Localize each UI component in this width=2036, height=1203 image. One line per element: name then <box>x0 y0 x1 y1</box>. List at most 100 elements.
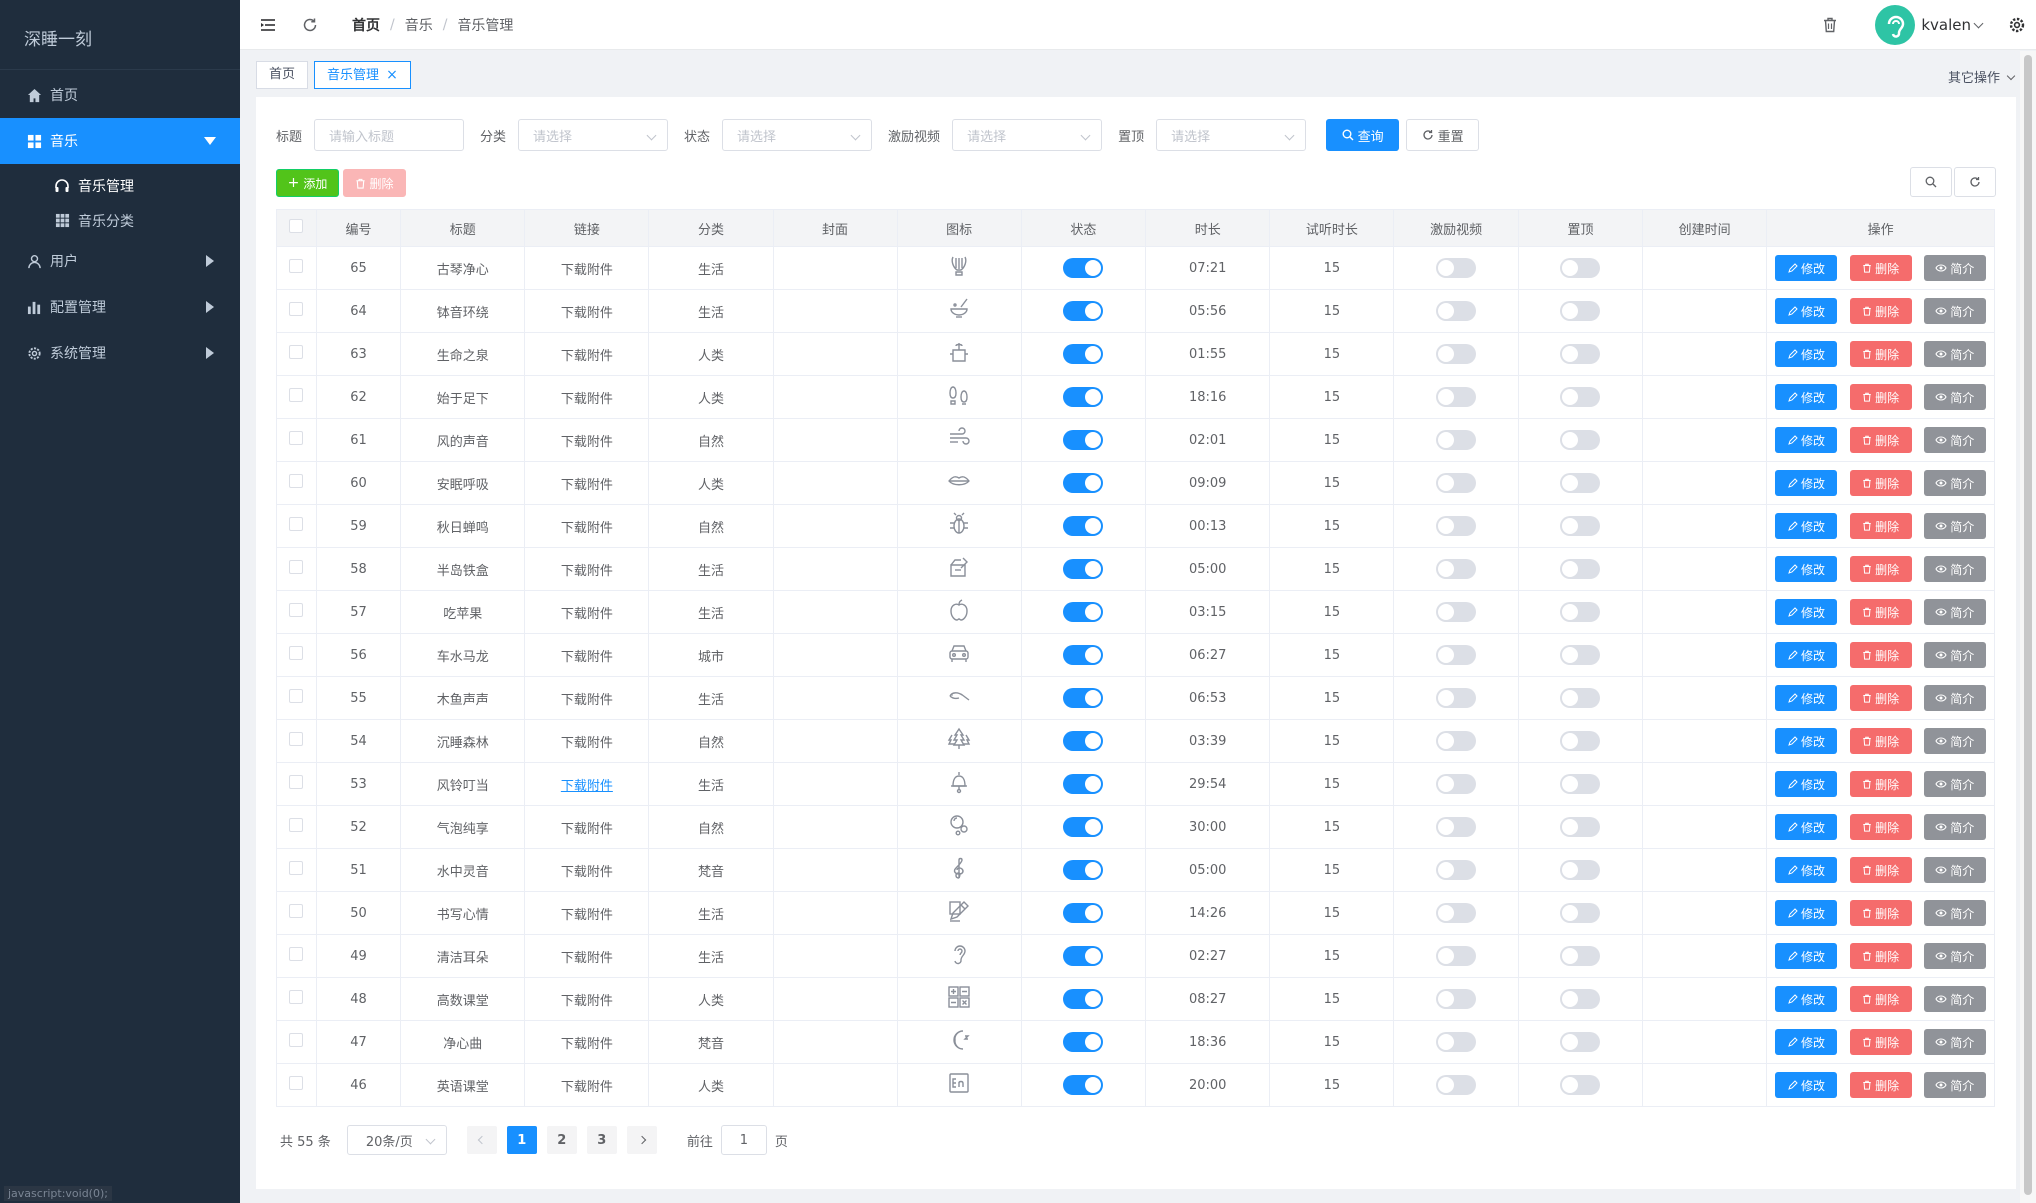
page-2-button[interactable]: 2 <box>546 1126 577 1154</box>
download-link[interactable]: 下载附件 <box>561 736 613 751</box>
info-button[interactable]: 简介 <box>1923 1072 1986 1098</box>
video-switch[interactable] <box>1436 731 1477 751</box>
info-button[interactable]: 简介 <box>1923 728 1986 754</box>
row-checkbox[interactable] <box>289 560 304 574</box>
edit-button[interactable]: 修改 <box>1775 513 1838 539</box>
row-checkbox[interactable] <box>289 818 304 832</box>
sidebar-item-users[interactable]: 用户 <box>0 238 240 284</box>
header-select-all[interactable] <box>276 209 317 247</box>
edit-button[interactable]: 修改 <box>1775 685 1838 711</box>
status-switch[interactable] <box>1063 1075 1104 1095</box>
video-switch[interactable] <box>1436 1032 1477 1052</box>
top-switch[interactable] <box>1560 301 1601 321</box>
delete-button[interactable]: 删除 <box>1849 900 1912 926</box>
status-switch[interactable] <box>1063 688 1104 708</box>
trash-icon[interactable] <box>1821 16 1839 34</box>
info-button[interactable]: 简介 <box>1923 771 1986 797</box>
info-button[interactable]: 简介 <box>1923 685 1986 711</box>
table-row[interactable]: 61 风的声音 下载附件 自然 02:01 15 修改 删除 简介 <box>276 418 1995 462</box>
delete-button[interactable]: 删除 <box>1849 298 1912 324</box>
info-button[interactable]: 简介 <box>1923 470 1986 496</box>
info-button[interactable]: 简介 <box>1923 900 1986 926</box>
top-switch[interactable] <box>1560 731 1601 751</box>
toggle-search-icon[interactable] <box>1910 167 1952 197</box>
row-checkbox[interactable] <box>289 689 304 703</box>
next-page-button[interactable] <box>626 1126 657 1154</box>
top-switch[interactable] <box>1560 1075 1601 1095</box>
table-row[interactable]: 60 安眠呼吸 下载附件 人类 09:09 15 修改 删除 简介 <box>276 461 1995 505</box>
download-link[interactable]: 下载附件 <box>561 349 613 364</box>
status-switch[interactable] <box>1063 817 1104 837</box>
row-checkbox[interactable] <box>289 1033 304 1047</box>
table-row[interactable]: 55 木鱼声声 下载附件 生活 06:53 15 修改 删除 简介 <box>276 676 1995 720</box>
row-checkbox[interactable] <box>289 603 304 617</box>
page-size-select[interactable]: 20条/页 <box>346 1125 447 1155</box>
top-switch[interactable] <box>1560 645 1601 665</box>
top-switch[interactable] <box>1560 473 1601 493</box>
row-checkbox[interactable] <box>289 474 304 488</box>
video-switch[interactable] <box>1436 860 1477 880</box>
top-switch[interactable] <box>1560 430 1601 450</box>
top-switch[interactable] <box>1560 860 1601 880</box>
row-checkbox[interactable] <box>289 302 304 316</box>
delete-button[interactable]: 删除 <box>1849 943 1912 969</box>
download-link[interactable]: 下载附件 <box>561 779 613 794</box>
info-button[interactable]: 简介 <box>1923 513 1986 539</box>
video-switch[interactable] <box>1436 344 1477 364</box>
tag-home[interactable]: 首页 <box>256 61 309 89</box>
close-icon[interactable]: × <box>386 67 398 83</box>
edit-button[interactable]: 修改 <box>1775 1029 1838 1055</box>
download-link[interactable]: 下载附件 <box>561 865 613 880</box>
select-all-checkbox[interactable] <box>289 219 304 233</box>
row-checkbox[interactable] <box>289 990 304 1004</box>
video-switch[interactable] <box>1436 602 1477 622</box>
info-button[interactable]: 简介 <box>1923 1029 1986 1055</box>
goto-page-input[interactable]: 1 <box>720 1125 767 1155</box>
status-switch[interactable] <box>1063 473 1104 493</box>
edit-button[interactable]: 修改 <box>1775 255 1838 281</box>
video-switch[interactable] <box>1436 774 1477 794</box>
scrollbar-thumb[interactable] <box>2024 55 2032 1195</box>
top-select[interactable]: 请选择 <box>1156 119 1307 151</box>
row-checkbox[interactable] <box>289 904 304 918</box>
top-switch[interactable] <box>1560 903 1601 923</box>
title-input[interactable]: 请输入标题 <box>314 119 465 151</box>
delete-button[interactable]: 删除 <box>1849 470 1912 496</box>
table-row[interactable]: 54 沉睡森林 下载附件 自然 03:39 15 修改 删除 简介 <box>276 719 1995 763</box>
username[interactable]: kvalen <box>1921 16 1971 34</box>
other-operations-dropdown[interactable]: 其它操作 <box>1948 67 2016 86</box>
table-row[interactable]: 49 清洁耳朵 下载附件 生活 02:27 15 修改 删除 简介 <box>276 934 1995 978</box>
download-link[interactable]: 下载附件 <box>561 650 613 665</box>
delete-button[interactable]: 删除 <box>1849 986 1912 1012</box>
page-1-button[interactable]: 1 <box>506 1126 537 1154</box>
edit-button[interactable]: 修改 <box>1775 857 1838 883</box>
delete-button[interactable]: 删除 <box>1849 857 1912 883</box>
top-switch[interactable] <box>1560 516 1601 536</box>
info-button[interactable]: 简介 <box>1923 298 1986 324</box>
download-link[interactable]: 下载附件 <box>561 306 613 321</box>
table-row[interactable]: 56 车水马龙 下载附件 城市 06:27 15 修改 删除 简介 <box>276 633 1995 677</box>
status-switch[interactable] <box>1063 946 1104 966</box>
table-row[interactable]: 59 秋日蝉鸣 下载附件 自然 00:13 15 修改 删除 简介 <box>276 504 1995 548</box>
delete-button[interactable]: 删除 <box>1849 556 1912 582</box>
download-link[interactable]: 下载附件 <box>561 521 613 536</box>
top-switch[interactable] <box>1560 946 1601 966</box>
video-switch[interactable] <box>1436 1075 1477 1095</box>
status-switch[interactable] <box>1063 731 1104 751</box>
sidebar-item-music-category[interactable]: 音乐分类 <box>0 203 240 238</box>
delete-button[interactable]: 删除 <box>1849 728 1912 754</box>
page-3-button[interactable]: 3 <box>586 1126 617 1154</box>
top-switch[interactable] <box>1560 817 1601 837</box>
info-button[interactable]: 简介 <box>1923 255 1986 281</box>
batch-delete-button[interactable]: 删除 <box>343 169 406 197</box>
edit-button[interactable]: 修改 <box>1775 814 1838 840</box>
edit-button[interactable]: 修改 <box>1775 900 1838 926</box>
top-switch[interactable] <box>1560 1032 1601 1052</box>
breadcrumb-home[interactable]: 首页 <box>352 15 380 35</box>
download-link[interactable]: 下载附件 <box>561 951 613 966</box>
table-row[interactable]: 58 半岛铁盒 下载附件 生活 05:00 15 修改 删除 简介 <box>276 547 1995 591</box>
download-link[interactable]: 下载附件 <box>561 478 613 493</box>
info-button[interactable]: 简介 <box>1923 642 1986 668</box>
status-switch[interactable] <box>1063 602 1104 622</box>
edit-button[interactable]: 修改 <box>1775 384 1838 410</box>
